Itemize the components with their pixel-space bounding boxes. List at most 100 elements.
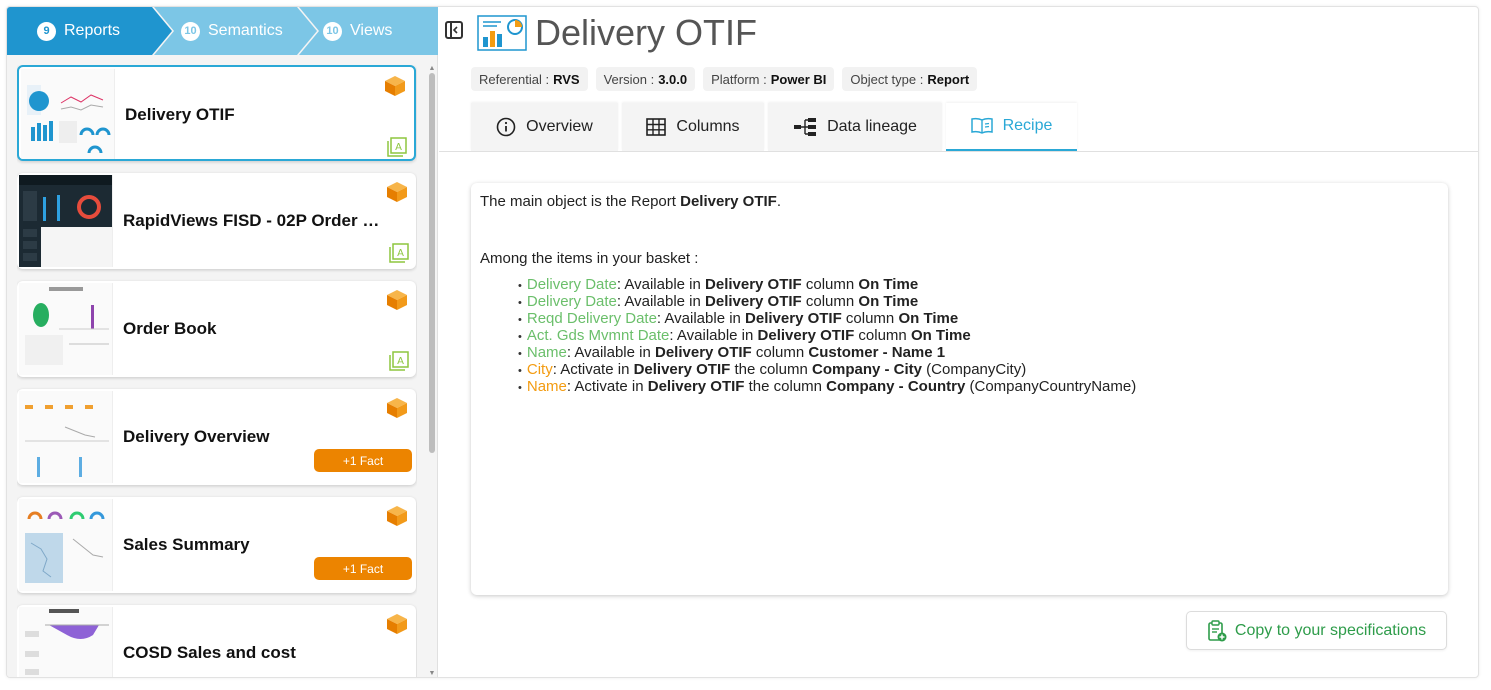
ai-icon: A — [389, 351, 409, 371]
item-report: Delivery OTIF — [655, 344, 752, 361]
copy-to-specifications-button[interactable]: Copy to your specifications — [1186, 611, 1447, 650]
item-column: Company - Country — [826, 378, 966, 395]
copy-button-label: Copy to your specifications — [1234, 621, 1427, 639]
tab-count: 10 — [323, 21, 342, 41]
tab-overview[interactable]: Overview — [471, 103, 618, 151]
intro-object: Delivery OTIF — [680, 193, 777, 210]
tab-label: Data lineage — [827, 118, 917, 135]
svg-text:A: A — [397, 248, 404, 259]
report-list: Delivery OTIF A RapidViews FISD - 02P Or… — [17, 65, 417, 677]
tab-views[interactable]: 10 Views — [299, 7, 438, 55]
report-card-sales-summary[interactable]: Sales Summary +1 Fact — [17, 497, 416, 593]
field-name: Delivery Date — [526, 276, 617, 293]
basket-items: Delivery Date : Available in Delivery OTI… — [480, 277, 1439, 396]
fact-badge[interactable]: +1 Fact — [314, 557, 412, 580]
meta-label: Version : — [603, 71, 655, 87]
report-card-delivery-overview[interactable]: Delivery Overview +1 Fact — [17, 389, 416, 485]
item-mid: column — [801, 293, 859, 310]
report-thumbnail — [19, 175, 113, 267]
meta-value: 3.0.0 — [658, 71, 688, 87]
meta-value: RVS — [553, 71, 580, 87]
report-title: COSD Sales and cost — [123, 643, 296, 662]
item-column: On Time — [858, 293, 919, 310]
info-icon — [496, 117, 516, 137]
report-title: Delivery Overview — [123, 427, 270, 446]
tab-label: Columns — [676, 118, 740, 135]
table-icon — [646, 118, 667, 136]
tab-label: Semantics — [208, 22, 283, 39]
basket-item: Act. Gds Mvmnt Date: Available in Delive… — [518, 328, 1439, 345]
basket-item: Delivery Date: Available in Delivery OTI… — [518, 294, 1439, 311]
svg-text:A: A — [395, 142, 402, 153]
meta-label: Object type : — [850, 71, 924, 87]
item-column: On Time — [910, 327, 971, 344]
tab-data-lineage[interactable]: Data lineage — [768, 103, 942, 151]
item-action: : Available in — [669, 327, 758, 344]
detail-tabs: Overview Columns Data lineage Recipe — [471, 103, 1077, 151]
tab-recipe[interactable]: Recipe — [946, 103, 1077, 151]
cube-icon — [387, 182, 407, 202]
meta-object-type: Object type : Report — [842, 67, 978, 91]
scroll-down-icon[interactable]: ▼ — [428, 670, 436, 677]
list-scrollbar[interactable]: ▲ ▼ — [427, 65, 436, 677]
meta-version: Version :3.0.0 — [595, 67, 696, 91]
tabs-divider — [439, 151, 1478, 152]
recipe-among: Among the items in your basket : — [480, 250, 699, 267]
basket-item: City: Activate in Delivery OTIF the colu… — [518, 362, 1439, 379]
svg-text:A: A — [397, 356, 404, 367]
tab-label: Overview — [526, 118, 593, 135]
tab-label: Views — [350, 22, 393, 39]
detail-panel: Delivery OTIF Referential : RVS Version :… — [439, 7, 1478, 677]
tab-reports[interactable]: 9 Reports — [7, 7, 172, 55]
item-mid: column — [854, 327, 911, 344]
page-title: Delivery OTIF — [535, 12, 758, 53]
collapse-panel-icon[interactable] — [445, 21, 463, 39]
meta-value: Report — [927, 71, 970, 87]
item-report: Delivery OTIF — [705, 293, 802, 310]
cube-icon — [387, 614, 407, 634]
nav-tabs: 9 Reports 10 Semantics 10 Views — [7, 7, 438, 55]
report-title: RapidViews FISD - 02P Order Tracking — [123, 211, 388, 230]
scroll-thumb[interactable] — [429, 73, 435, 453]
report-card-cosd-sales[interactable]: COSD Sales and cost — [17, 605, 416, 677]
report-thumbnail — [19, 499, 113, 591]
recipe-intro: The main object is the Report Delivery O… — [480, 193, 1439, 210]
item-column: On Time — [898, 310, 959, 327]
field-name: Delivery Date — [526, 293, 617, 310]
field-name: Act. Gds Mvmnt Date — [526, 327, 670, 344]
report-icon — [477, 15, 527, 51]
item-technical-name: (CompanyCountryName) — [965, 378, 1137, 395]
field-name: Reqd Delivery Date — [526, 310, 657, 327]
report-card-delivery-otif[interactable]: Delivery OTIF A — [17, 65, 416, 161]
item-report: Delivery OTIF — [633, 361, 731, 378]
scroll-up-icon[interactable]: ▲ — [428, 65, 436, 72]
report-card-rapidviews[interactable]: RapidViews FISD - 02P Order Tracking A — [17, 173, 416, 269]
report-card-order-book[interactable]: Order Book A — [17, 281, 416, 377]
ai-icon: A — [387, 137, 407, 157]
intro-suffix: . — [776, 193, 781, 210]
item-mid: column — [841, 310, 899, 327]
fact-badge[interactable]: +1 Fact — [314, 449, 412, 472]
report-thumbnail — [19, 283, 113, 375]
item-action: : Available in — [566, 344, 655, 361]
report-thumbnail — [19, 391, 113, 483]
tab-label: Reports — [64, 22, 121, 39]
left-panel: 9 Reports 10 Semantics 10 Views Delivery… — [7, 7, 438, 677]
meta-value: Power BI — [770, 71, 827, 87]
tab-columns[interactable]: Columns — [622, 103, 764, 151]
tab-count: 10 — [181, 21, 200, 41]
item-report: Delivery OTIF — [757, 327, 855, 344]
field-name: Name — [526, 344, 567, 361]
tab-label: Recipe — [1002, 117, 1053, 134]
recipe-panel: The main object is the Report Delivery O… — [471, 183, 1448, 595]
cube-icon — [387, 290, 407, 310]
field-name: City — [526, 361, 553, 378]
tab-count: 9 — [37, 21, 56, 41]
report-thumbnail — [21, 69, 115, 159]
basket-item: Name: Activate in Delivery OTIF the colu… — [518, 379, 1439, 396]
tab-semantics[interactable]: 10 Semantics — [154, 7, 317, 55]
report-title: Delivery OTIF — [125, 105, 235, 124]
report-thumbnail — [19, 607, 113, 677]
clipboard-add-icon — [1208, 619, 1227, 641]
metadata-chips: Referential : RVS Version :3.0.0 Platform… — [471, 67, 978, 91]
